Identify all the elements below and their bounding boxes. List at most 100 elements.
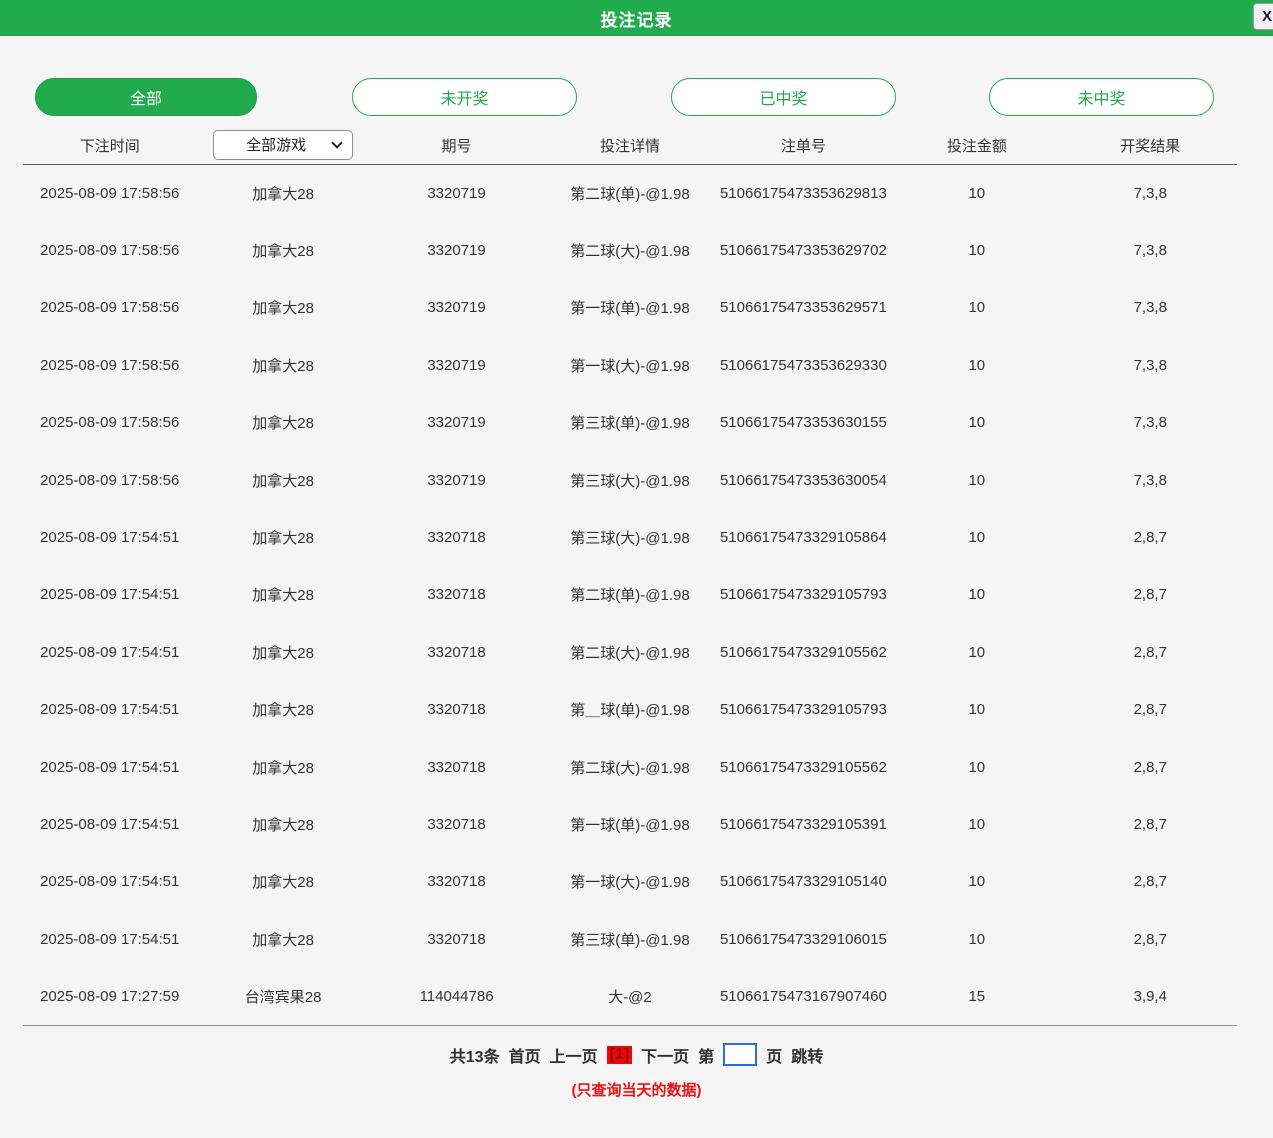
cell-result: 7,3,8 [1064, 279, 1237, 336]
filter-all-button[interactable]: 全部 [35, 78, 257, 116]
cell-detail: 第＿球(单)-@1.98 [543, 681, 716, 738]
cell-game: 加拿大28 [196, 337, 369, 394]
cell-result: 2,8,7 [1064, 681, 1237, 738]
cell-amount: 10 [890, 738, 1063, 795]
cell-amount: 10 [890, 796, 1063, 853]
cell-amount: 10 [890, 451, 1063, 508]
cell-period: 3320718 [370, 738, 543, 795]
next-page-link[interactable]: 下一页 [641, 1043, 689, 1067]
cell-time: 2025-08-09 17:58:56 [23, 222, 196, 279]
cell-time: 2025-08-09 17:54:51 [23, 853, 196, 910]
cell-period: 3320719 [370, 337, 543, 394]
prev-page-link[interactable]: 上一页 [550, 1043, 598, 1067]
cell-detail: 第二球(大)-@1.98 [543, 624, 716, 681]
table-row: 2025-08-09 17:54:51 加拿大28 3320718 第二球(大)… [23, 738, 1237, 795]
cell-result: 2,8,7 [1064, 566, 1237, 623]
cell-period: 3320719 [370, 165, 543, 222]
cell-result: 2,8,7 [1064, 624, 1237, 681]
cell-amount: 15 [890, 968, 1063, 1025]
cell-time: 2025-08-09 17:54:51 [23, 509, 196, 566]
cell-detail: 第一球(单)-@1.98 [543, 279, 716, 336]
cell-amount: 10 [890, 394, 1063, 451]
cell-amount: 10 [890, 509, 1063, 566]
cell-period: 3320719 [370, 451, 543, 508]
today-only-note: (只查询当天的数据) [0, 1079, 1273, 1100]
current-page-indicator: [1] [607, 1046, 633, 1064]
cell-game: 加拿大28 [196, 509, 369, 566]
filter-undrawn-button[interactable]: 未开奖 [352, 78, 577, 116]
cell-result: 2,8,7 [1064, 509, 1237, 566]
cell-period: 114044786 [370, 968, 543, 1025]
cell-game: 加拿大28 [196, 796, 369, 853]
cell-result: 7,3,8 [1064, 165, 1237, 222]
cell-game: 加拿大28 [196, 853, 369, 910]
jump-prefix-label: 第 [698, 1043, 714, 1067]
col-header-detail: 投注详情 [543, 130, 716, 165]
cell-result: 7,3,8 [1064, 222, 1237, 279]
col-header-order: 注单号 [717, 130, 890, 165]
cell-detail: 第一球(大)-@1.98 [543, 337, 716, 394]
cell-time: 2025-08-09 17:58:56 [23, 394, 196, 451]
cell-detail: 第二球(大)-@1.98 [543, 738, 716, 795]
cell-order: 51066175473329105864 [717, 509, 890, 566]
cell-time: 2025-08-09 17:58:56 [23, 165, 196, 222]
page-number-input[interactable] [723, 1043, 757, 1066]
cell-detail: 第三球(大)-@1.98 [543, 509, 716, 566]
cell-game: 加拿大28 [196, 222, 369, 279]
cell-game: 加拿大28 [196, 165, 369, 222]
table-row: 2025-08-09 17:58:56 加拿大28 3320719 第二球(单)… [23, 165, 1237, 222]
cell-result: 7,3,8 [1064, 394, 1237, 451]
cell-time: 2025-08-09 17:58:56 [23, 337, 196, 394]
cell-order: 51066175473329105391 [717, 796, 890, 853]
cell-period: 3320719 [370, 222, 543, 279]
cell-time: 2025-08-09 17:54:51 [23, 911, 196, 968]
close-button[interactable]: X [1253, 3, 1273, 30]
cell-game: 台湾宾果28 [196, 968, 369, 1025]
cell-period: 3320718 [370, 911, 543, 968]
cell-game: 加拿大28 [196, 681, 369, 738]
table-row: 2025-08-09 17:27:59 台湾宾果28 114044786 大-@… [23, 968, 1237, 1025]
table-body: 2025-08-09 17:58:56 加拿大28 3320719 第二球(单)… [23, 165, 1237, 1026]
cell-time: 2025-08-09 17:58:56 [23, 279, 196, 336]
cell-game: 加拿大28 [196, 451, 369, 508]
cell-period: 3320718 [370, 509, 543, 566]
jump-button[interactable]: 跳转 [791, 1043, 823, 1067]
filter-lost-button[interactable]: 未中奖 [989, 78, 1214, 116]
cell-time: 2025-08-09 17:54:51 [23, 624, 196, 681]
table-row: 2025-08-09 17:54:51 加拿大28 3320718 第三球(单)… [23, 911, 1237, 968]
cell-period: 3320719 [370, 394, 543, 451]
titlebar: 投注记录 [0, 0, 1273, 36]
cell-time: 2025-08-09 17:54:51 [23, 738, 196, 795]
first-page-link[interactable]: 首页 [509, 1043, 541, 1067]
cell-amount: 10 [890, 279, 1063, 336]
table-row: 2025-08-09 17:54:51 加拿大28 3320718 第二球(大)… [23, 624, 1237, 681]
game-select-wrap: 全部游戏 [213, 130, 353, 160]
table-row: 2025-08-09 17:54:51 加拿大28 3320718 第一球(单)… [23, 796, 1237, 853]
cell-order: 51066175473329105562 [717, 624, 890, 681]
cell-time: 2025-08-09 17:54:51 [23, 566, 196, 623]
cell-result: 3,9,4 [1064, 968, 1237, 1025]
table-row: 2025-08-09 17:58:56 加拿大28 3320719 第二球(大)… [23, 222, 1237, 279]
cell-order: 51066175473353630155 [717, 394, 890, 451]
cell-period: 3320718 [370, 796, 543, 853]
filter-won-button[interactable]: 已中奖 [671, 78, 896, 116]
col-header-result: 开奖结果 [1064, 130, 1237, 165]
cell-order: 51066175473329106015 [717, 911, 890, 968]
cell-time: 2025-08-09 17:27:59 [23, 968, 196, 1025]
col-header-bet-time: 下注时间 [23, 130, 196, 165]
game-select[interactable]: 全部游戏 [213, 130, 353, 160]
cell-order: 51066175473353629330 [717, 337, 890, 394]
table-row: 2025-08-09 17:54:51 加拿大28 3320718 第一球(大)… [23, 853, 1237, 910]
cell-result: 7,3,8 [1064, 337, 1237, 394]
pagination: 共13条 首页 上一页 [1] 下一页 第 页 跳转 [0, 1043, 1273, 1067]
cell-period: 3320718 [370, 624, 543, 681]
cell-detail: 第二球(大)-@1.98 [543, 222, 716, 279]
cell-period: 3320718 [370, 681, 543, 738]
table-row: 2025-08-09 17:58:56 加拿大28 3320719 第三球(大)… [23, 451, 1237, 508]
cell-amount: 10 [890, 337, 1063, 394]
cell-order: 51066175473167907460 [717, 968, 890, 1025]
cell-period: 3320718 [370, 853, 543, 910]
cell-time: 2025-08-09 17:58:56 [23, 451, 196, 508]
cell-amount: 10 [890, 624, 1063, 681]
filter-bar: 全部 未开奖 已中奖 未中奖 [0, 78, 1273, 116]
